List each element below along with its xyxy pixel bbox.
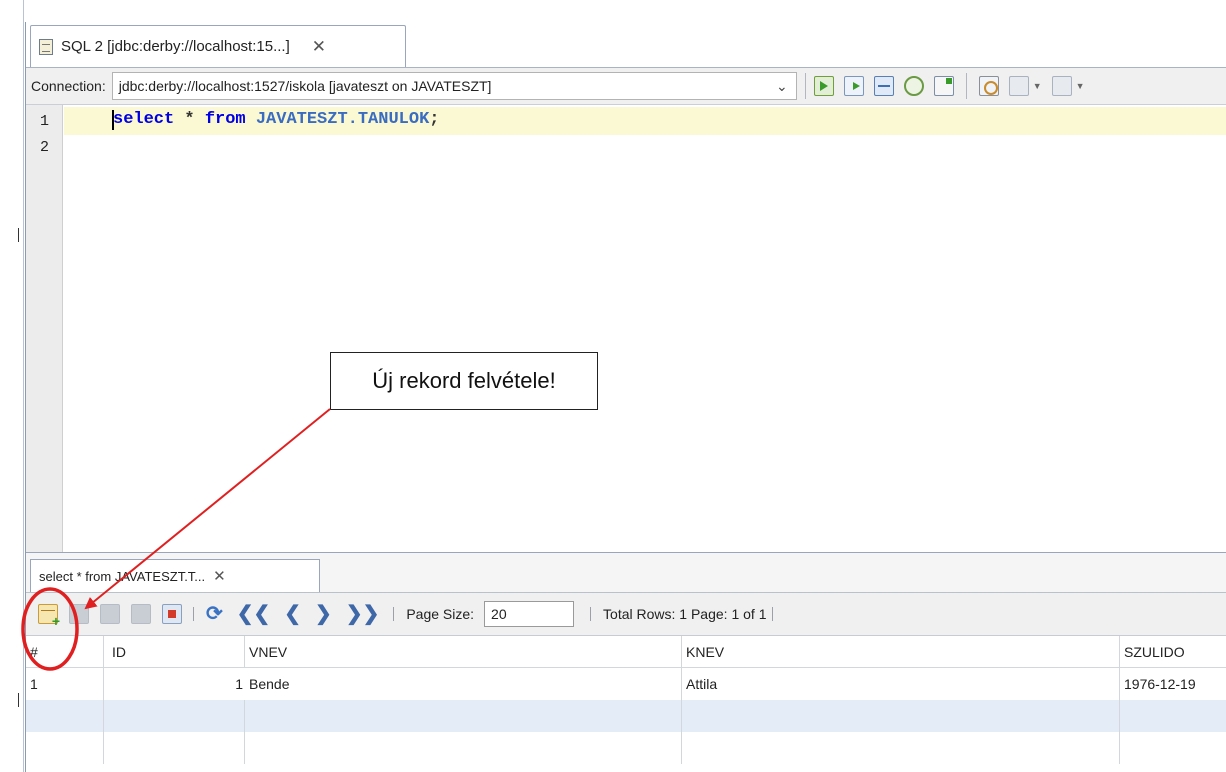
toolbar-separator bbox=[393, 607, 395, 621]
run-sql-icon[interactable] bbox=[813, 76, 834, 96]
results-tab-strip: select * from JAVATESZT.T... ✕ bbox=[26, 553, 1226, 592]
delete-rows-icon[interactable] bbox=[69, 604, 89, 624]
cancel-edits-icon[interactable] bbox=[131, 604, 151, 624]
sql-tab-title: SQL 2 [jdbc:derby://localhost:15...] bbox=[61, 38, 290, 55]
next-icon[interactable] bbox=[1051, 76, 1072, 96]
toolbar-separator bbox=[193, 607, 194, 621]
page-size-input[interactable] bbox=[484, 601, 575, 627]
sql-editor-window: SQL 2 [jdbc:derby://localhost:15...] ✕ C… bbox=[25, 22, 1226, 772]
empty-cell bbox=[1120, 700, 1226, 732]
results-toolbar: ⟳ ❮❮ ❮ ❯ ❯❯ Page Size: Total Rows: 1 Pag… bbox=[26, 592, 1226, 636]
page-status-text: Total Rows: 1 Page: 1 of 1 bbox=[603, 606, 767, 622]
editor-tab-strip: SQL 2 [jdbc:derby://localhost:15...] ✕ bbox=[26, 22, 1226, 67]
empty-cell bbox=[104, 732, 245, 764]
keyword-select: select bbox=[113, 110, 175, 129]
truncate-table-icon[interactable] bbox=[162, 604, 182, 624]
empty-cell bbox=[104, 700, 245, 732]
line-number: 2 bbox=[40, 139, 50, 156]
id-cell[interactable]: 1 bbox=[104, 668, 245, 700]
chevron-down-icon[interactable]: ▼ bbox=[1076, 81, 1085, 91]
sql-statement: select * from JAVATESZT.TANULOK; bbox=[113, 110, 439, 129]
previous-icon[interactable] bbox=[1008, 76, 1029, 96]
editor-toolbar-icons: ▼ ▼ bbox=[813, 73, 1085, 99]
table-header-row: # ID VNEV KNEV SZULIDO bbox=[26, 636, 1226, 668]
explain-icon[interactable] bbox=[873, 76, 894, 96]
first-page-icon[interactable]: ❮❮ bbox=[237, 604, 271, 624]
row-number-cell: 1 bbox=[26, 668, 104, 700]
empty-cell bbox=[26, 700, 104, 732]
ide-left-frame bbox=[0, 0, 24, 772]
results-table: # ID VNEV KNEV SZULIDO 1 1 Bende Attila … bbox=[26, 636, 1226, 772]
empty-cell bbox=[245, 732, 682, 764]
results-tab[interactable]: select * from JAVATESZT.T... ✕ bbox=[30, 559, 320, 592]
vnev-cell[interactable]: Bende bbox=[245, 668, 682, 700]
last-page-icon[interactable]: ❯❯ bbox=[346, 604, 380, 624]
commit-records-icon[interactable] bbox=[100, 604, 120, 624]
chevron-down-icon: ⌄ bbox=[775, 77, 788, 94]
statement-terminator: ; bbox=[429, 110, 440, 129]
select-in-projects-icon[interactable] bbox=[978, 76, 999, 96]
column-header[interactable]: # bbox=[26, 636, 104, 668]
next-page-icon[interactable]: ❯ bbox=[315, 604, 332, 624]
table-row-empty bbox=[26, 700, 1226, 732]
query-results-panel: select * from JAVATESZT.T... ✕ ⟳ ❮❮ ❮ ❯ … bbox=[26, 552, 1226, 772]
table-identifier: JAVATESZT.TANULOK bbox=[245, 110, 430, 129]
sql-history-icon[interactable] bbox=[903, 76, 924, 96]
new-sql-icon[interactable] bbox=[933, 76, 954, 96]
text-caret bbox=[112, 110, 114, 130]
connection-toolbar: Connection: jdbc:derby://localhost:1527/… bbox=[26, 67, 1226, 105]
page-size-label: Page Size: bbox=[406, 606, 475, 622]
toolbar-separator bbox=[804, 73, 806, 99]
toolbar-separator bbox=[965, 73, 967, 99]
keyword-from: from bbox=[204, 110, 246, 129]
empty-cell bbox=[26, 732, 104, 764]
connection-value: jdbc:derby://localhost:1527/iskola [java… bbox=[118, 78, 492, 94]
ide-top-frame bbox=[0, 0, 1226, 22]
operator-star: * bbox=[174, 110, 205, 129]
insert-record-icon[interactable] bbox=[38, 604, 60, 629]
empty-cell bbox=[682, 732, 1120, 764]
line-number-gutter: 1 2 bbox=[26, 105, 63, 552]
close-icon[interactable]: ✕ bbox=[213, 567, 226, 585]
toolbar-separator bbox=[772, 607, 774, 621]
line-number: 1 bbox=[40, 113, 50, 130]
connection-select[interactable]: jdbc:derby://localhost:1527/iskola [java… bbox=[111, 72, 797, 100]
column-header[interactable]: KNEV bbox=[682, 636, 1120, 668]
left-panel-mark bbox=[18, 228, 22, 242]
sql-code-editor[interactable]: 1 2 select * from JAVATESZT.TANULOK; bbox=[26, 105, 1226, 552]
previous-page-icon[interactable]: ❮ bbox=[284, 604, 301, 624]
run-statement-icon[interactable] bbox=[843, 76, 864, 96]
refresh-icon[interactable]: ⟳ bbox=[206, 604, 223, 624]
sql-file-icon bbox=[39, 38, 53, 55]
sql-editor-tab[interactable]: SQL 2 [jdbc:derby://localhost:15...] ✕ bbox=[30, 25, 406, 67]
column-header[interactable]: ID bbox=[104, 636, 245, 668]
empty-cell bbox=[682, 700, 1120, 732]
toolbar-separator bbox=[590, 607, 592, 621]
left-panel-mark bbox=[18, 693, 22, 707]
table-row-empty bbox=[26, 732, 1226, 764]
screenshot-root: SQL 2 [jdbc:derby://localhost:15...] ✕ C… bbox=[0, 0, 1226, 772]
results-tab-title: select * from JAVATESZT.T... bbox=[39, 568, 206, 584]
table-row[interactable]: 1 1 Bende Attila 1976-12-19 bbox=[26, 668, 1226, 700]
chevron-down-icon[interactable]: ▼ bbox=[1033, 81, 1042, 91]
empty-cell bbox=[1120, 732, 1226, 764]
column-header[interactable]: SZULIDO bbox=[1120, 636, 1226, 668]
connection-label: Connection: bbox=[31, 78, 106, 94]
annotation-callout: Új rekord felvétele! bbox=[330, 352, 598, 410]
close-icon[interactable]: ✕ bbox=[312, 38, 326, 55]
szulido-cell[interactable]: 1976-12-19 bbox=[1120, 668, 1226, 700]
column-header[interactable]: VNEV bbox=[245, 636, 682, 668]
knev-cell[interactable]: Attila bbox=[682, 668, 1120, 700]
empty-cell bbox=[245, 700, 682, 732]
